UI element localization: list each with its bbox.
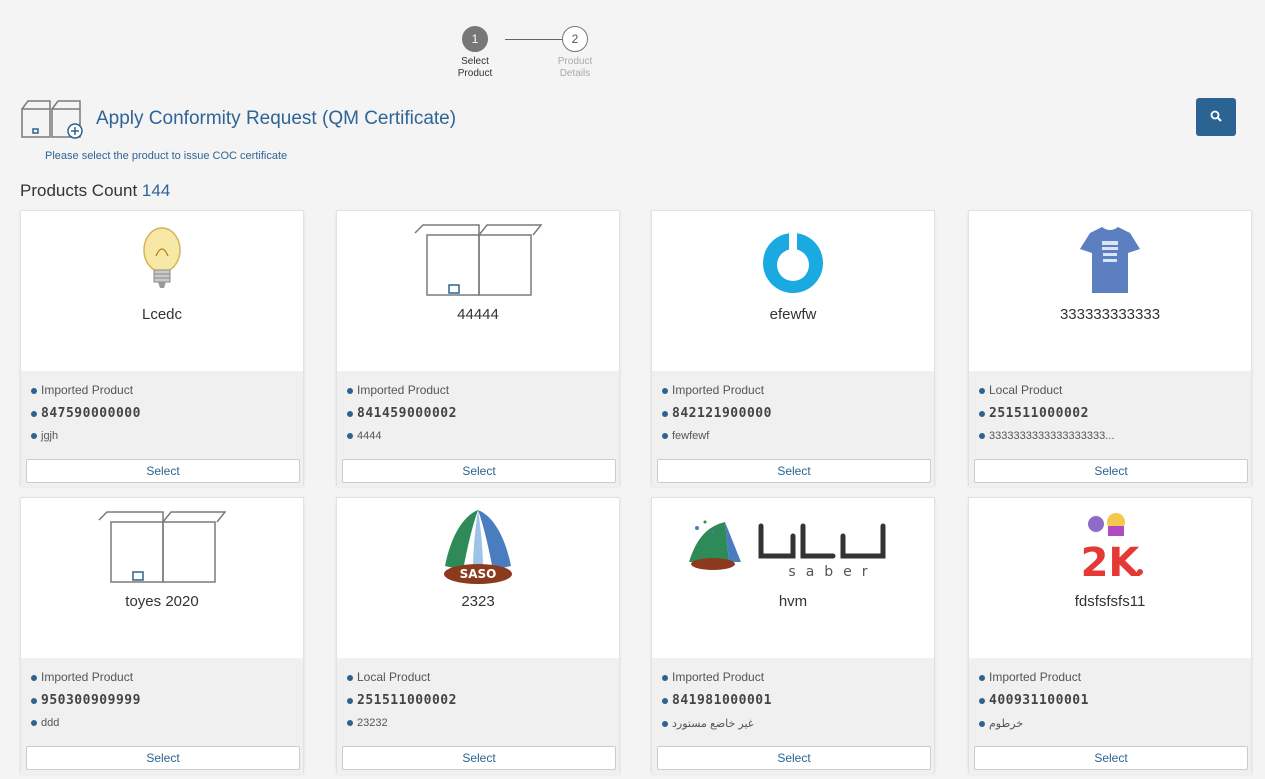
select-button[interactable]: Select bbox=[974, 746, 1248, 770]
step-number: 1 bbox=[462, 26, 488, 52]
product-type: Imported Product bbox=[347, 383, 449, 397]
2k-logo-icon: 2K bbox=[1040, 508, 1180, 586]
card-details: Imported Product 847590000000 jgjh Selec… bbox=[21, 371, 303, 487]
svg-text:saber: saber bbox=[788, 564, 877, 580]
product-code: 842121900000 bbox=[662, 406, 772, 421]
svg-text:SASO: SASO bbox=[460, 567, 497, 581]
step-label-line: Details bbox=[559, 68, 591, 79]
product-card: efewfw Imported Product 842121900000 few… bbox=[651, 210, 935, 487]
card-details: Imported Product 841981000001 غير خاضع م… bbox=[652, 658, 934, 774]
step-product-details[interactable]: 2 Product Details bbox=[545, 26, 605, 80]
product-name: 44444 bbox=[457, 306, 499, 323]
card-details: Local Product 251511000002 23232 Select bbox=[337, 658, 619, 774]
products-count-value: 144 bbox=[141, 181, 171, 200]
tshirt-icon bbox=[1040, 221, 1180, 299]
card-details: Local Product 251511000002 3333333333333… bbox=[969, 371, 1251, 487]
product-card: SASO 2323 Local Product 251511000002 232… bbox=[336, 497, 620, 774]
product-name: efewfw bbox=[769, 306, 817, 323]
product-desc: 3333333333333333333... bbox=[979, 430, 1114, 442]
product-card: Lcedc Imported Product 847590000000 jgjh… bbox=[20, 210, 304, 487]
step-label: Select Product bbox=[445, 56, 505, 80]
product-card: 2K fdsfsfsfs11 Imported Product 40093110… bbox=[968, 497, 1252, 774]
product-type: Imported Product bbox=[979, 670, 1081, 684]
page-title: Apply Conformity Request (QM Certificate… bbox=[96, 108, 457, 129]
select-button[interactable]: Select bbox=[26, 746, 300, 770]
stepper: 1 Select Product 2 Product Details bbox=[458, 26, 632, 92]
product-desc: خرطوم bbox=[979, 717, 1023, 730]
products-count: Products Count 144 bbox=[20, 181, 170, 201]
card-details: Imported Product 841459000002 4444 Selec… bbox=[337, 371, 619, 487]
product-desc: 4444 bbox=[347, 430, 381, 442]
product-code: 251511000002 bbox=[979, 406, 1089, 421]
product-card: 333333333333 Local Product 251511000002 … bbox=[968, 210, 1252, 487]
product-card: 44444 Imported Product 841459000002 4444… bbox=[336, 210, 620, 487]
product-type: Imported Product bbox=[31, 670, 133, 684]
ring-logo-icon bbox=[723, 221, 863, 299]
step-select-product[interactable]: 1 Select Product bbox=[445, 26, 505, 80]
step-label-line: Product bbox=[457, 68, 493, 79]
box-icon bbox=[92, 508, 232, 586]
product-name: fdsfsfsfs11 bbox=[1074, 593, 1146, 610]
card-details: Imported Product 842121900000 fewfewf Se… bbox=[652, 371, 934, 487]
select-button[interactable]: Select bbox=[657, 746, 931, 770]
saso-logo-icon: SASO bbox=[408, 508, 548, 586]
product-desc: fewfewf bbox=[662, 430, 709, 442]
product-name: 333333333333 bbox=[1059, 306, 1161, 323]
search-icon bbox=[1210, 110, 1222, 125]
card-header: efewfw bbox=[652, 211, 934, 371]
product-type: Local Product bbox=[347, 670, 430, 684]
step-label: Product Details bbox=[545, 56, 605, 80]
card-details: Imported Product 950300909999 ddd Select bbox=[21, 658, 303, 774]
product-code: 841981000001 bbox=[662, 693, 772, 708]
card-header: Lcedc bbox=[21, 211, 303, 371]
select-button[interactable]: Select bbox=[657, 459, 931, 483]
page-subtitle: Please select the product to issue COC c… bbox=[45, 150, 288, 162]
card-header: SASO 2323 bbox=[337, 498, 619, 658]
product-code: 400931100001 bbox=[979, 693, 1089, 708]
product-desc: ddd bbox=[31, 717, 59, 729]
step-number: 2 bbox=[562, 26, 588, 52]
product-desc: jgjh bbox=[31, 430, 58, 442]
product-name: Lcedc bbox=[141, 306, 183, 323]
select-button[interactable]: Select bbox=[974, 459, 1248, 483]
box-icon bbox=[408, 221, 548, 299]
product-code: 950300909999 bbox=[31, 693, 141, 708]
search-button[interactable] bbox=[1196, 98, 1236, 136]
select-button[interactable]: Select bbox=[342, 459, 616, 483]
product-code: 841459000002 bbox=[347, 406, 457, 421]
boxes-add-icon bbox=[20, 97, 88, 139]
product-type: Imported Product bbox=[662, 670, 764, 684]
saber-logo-icon: saber bbox=[683, 508, 903, 586]
product-name: hvm bbox=[778, 593, 808, 610]
product-name: 2323 bbox=[461, 593, 495, 610]
product-type: Local Product bbox=[979, 383, 1062, 397]
card-details: Imported Product 400931100001 خرطوم Sele… bbox=[969, 658, 1251, 774]
product-name: toyes 2020 bbox=[125, 593, 199, 610]
products-count-label: Products Count bbox=[20, 181, 138, 200]
step-label-line: Select bbox=[461, 56, 489, 67]
card-header: 333333333333 bbox=[969, 211, 1251, 371]
card-header: toyes 2020 bbox=[21, 498, 303, 658]
product-code: 847590000000 bbox=[31, 406, 141, 421]
product-grid: Lcedc Imported Product 847590000000 jgjh… bbox=[20, 210, 1252, 776]
product-code: 251511000002 bbox=[347, 693, 457, 708]
product-card: toyes 2020 Imported Product 950300909999… bbox=[20, 497, 304, 774]
select-button[interactable]: Select bbox=[342, 746, 616, 770]
product-card: saber hvm Imported Product 841981000001 … bbox=[651, 497, 935, 774]
product-desc: 23232 bbox=[347, 717, 388, 729]
card-header: saber hvm bbox=[652, 498, 934, 658]
card-header: 2K fdsfsfsfs11 bbox=[969, 498, 1251, 658]
card-header: 44444 bbox=[337, 211, 619, 371]
svg-text:2K: 2K bbox=[1081, 540, 1142, 584]
product-desc: غير خاضع مستورد bbox=[662, 717, 754, 730]
select-button[interactable]: Select bbox=[26, 459, 300, 483]
product-type: Imported Product bbox=[662, 383, 764, 397]
step-label-line: Product bbox=[557, 56, 593, 67]
product-type: Imported Product bbox=[31, 383, 133, 397]
lightbulb-icon bbox=[92, 221, 232, 299]
